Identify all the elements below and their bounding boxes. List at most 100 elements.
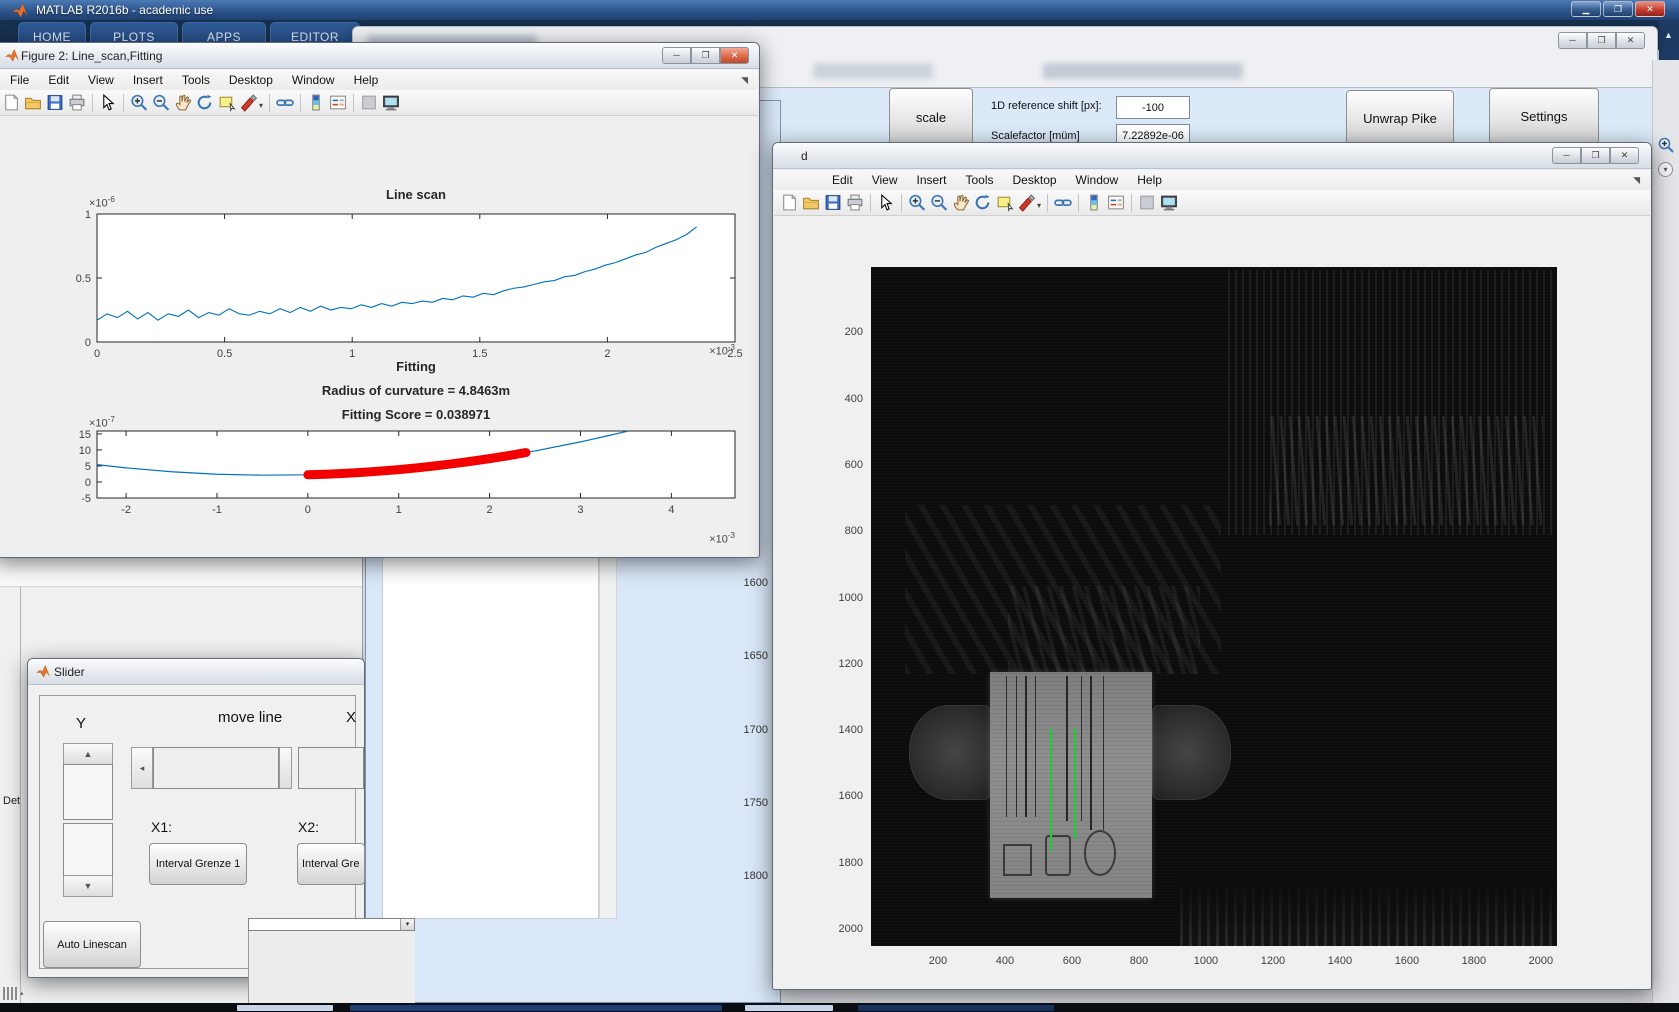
x-slider-left-arrow[interactable]: ◂ [131,747,153,789]
popup-menu-arrow-icon[interactable]: ▾ [400,919,414,930]
figure2-menu-help[interactable]: Help [352,71,381,89]
image-figure-menu-desktop[interactable]: Desktop [1011,171,1059,189]
data-cursor-icon[interactable] [217,93,237,112]
plottools-off-icon[interactable] [359,93,379,112]
figure2-titlebar[interactable]: Figure 2: Line_scan,Fitting ─ ❐ ✕ [0,43,759,69]
ref-shift-input[interactable] [1116,96,1190,119]
image-figure-menu-view[interactable]: View [870,171,900,189]
dock-figure-icon[interactable]: ◥ [741,75,748,86]
x-slider-track-2[interactable] [298,747,364,789]
zoom-in-icon[interactable] [129,93,149,112]
zoom-in-icon[interactable] [907,193,927,212]
brush-data-icon[interactable] [239,93,259,112]
y-slider[interactable]: ▲ ▼ [63,743,113,897]
plottools-off-icon[interactable] [1137,193,1157,212]
resize-grip[interactable]: ▴ [3,986,49,1002]
save-figure-icon[interactable] [45,93,65,112]
taskbar-item[interactable] [858,1005,1054,1011]
y-slider-up-arrow[interactable]: ▲ [63,743,113,765]
figure2-menu-view[interactable]: View [86,71,116,89]
pan-hand-icon[interactable] [951,193,971,212]
y-slider-track-lower[interactable] [63,823,113,876]
data-cursor-icon[interactable] [995,193,1015,212]
rotate-3d-icon[interactable] [973,193,993,212]
new-document-icon[interactable] [779,193,799,212]
auto-linescan-button[interactable]: Auto Linescan [43,921,141,968]
det-button-partial[interactable]: Det [3,795,20,807]
slider-titlebar[interactable]: Slider [28,659,364,685]
image-figure-close-button[interactable]: ✕ [1610,147,1639,164]
image-y-tick: 2000 [823,923,863,935]
bg-close-button[interactable]: ✕ [1616,32,1645,49]
open-file-icon[interactable] [23,93,43,112]
interval-grenze-1-button[interactable]: Interval Grenze 1 [149,843,247,885]
dock-figure-icon[interactable]: ◥ [1633,175,1640,186]
image-figure-maximize-button[interactable]: ❐ [1581,147,1610,164]
y-slider-track-upper[interactable] [63,764,113,820]
figure2-menu-tools[interactable]: Tools [180,71,212,89]
image-figure-menu-help[interactable]: Help [1135,171,1164,189]
save-figure-icon[interactable] [823,193,843,212]
settings-button[interactable]: Settings [1489,88,1599,144]
rotate-3d-icon[interactable] [195,93,215,112]
figure2-close-button[interactable]: ✕ [720,47,749,64]
zoom-out-icon[interactable] [151,93,171,112]
main-restore-button[interactable]: ❐ [1603,1,1633,17]
plottools-on-icon[interactable] [381,93,401,112]
image-figure-menu-window[interactable]: Window [1074,171,1121,189]
new-document-icon[interactable] [1,93,21,112]
main-close-button[interactable]: ✕ [1635,1,1665,17]
diagonal-fringes-2 [1008,586,1200,674]
interval-grenze-2-button[interactable]: Interval Gre [297,843,365,885]
link-plot-icon[interactable] [1053,193,1073,212]
hologram-image[interactable] [871,267,1557,946]
taskbar-item[interactable] [237,1005,333,1011]
image-figure-titlebar[interactable]: d ─ ❐ ✕ [773,143,1651,169]
link-plot-icon[interactable] [275,93,295,112]
image-figure-menu-edit[interactable]: Edit [830,171,855,189]
insert-colorbar-icon[interactable] [306,93,326,112]
taskbar-item[interactable] [350,1005,722,1011]
x-slider-track-1[interactable] [153,747,279,789]
figure2-menu-insert[interactable]: Insert [131,71,165,89]
taskbar-item[interactable] [745,1005,833,1011]
unwrap-pike-button[interactable]: Unwrap Pike [1346,90,1454,146]
figure2-menu-edit[interactable]: Edit [46,71,71,89]
plottools-on-icon[interactable] [1159,193,1179,212]
pan-hand-icon[interactable] [173,93,193,112]
figure2-menu-file[interactable]: File [8,71,31,89]
insert-legend-icon[interactable] [1106,193,1126,212]
image-figure-menu-tools[interactable]: Tools [964,171,996,189]
figure2-menu-window[interactable]: Window [290,71,337,89]
zoom-out-icon[interactable] [929,193,949,212]
image-figure-menu-insert[interactable]: Insert [914,171,948,189]
linescan-plot[interactable]: 00.511.522.500.51 [57,201,757,363]
image-figure-minimize-button[interactable]: ─ [1552,147,1581,164]
print-figure-icon[interactable] [67,93,87,112]
search-icon[interactable] [1657,136,1675,154]
dropdown-circle-icon[interactable]: ▾ [1658,162,1673,177]
main-minimize-button[interactable]: ▁ [1571,1,1601,17]
bg-restore-button[interactable]: ❐ [1587,32,1616,49]
brush-data-icon[interactable] [1017,193,1037,212]
collapse-ribbon-icon[interactable]: ▲ [1664,30,1673,40]
x-slider-thumb[interactable] [279,747,292,789]
arrow-cursor-icon[interactable] [98,93,118,112]
print-figure-icon[interactable] [845,193,865,212]
brush-dropdown-icon[interactable]: ▾ [1037,201,1041,210]
brush-dropdown-icon[interactable]: ▾ [259,101,263,110]
fitting-plot[interactable]: -2-101234-5051015 [57,421,757,533]
scale-button[interactable]: scale [889,88,973,146]
figure2-maximize-button[interactable]: ❐ [691,47,720,64]
insert-colorbar-icon[interactable] [1084,193,1104,212]
figure2-menu-desktop[interactable]: Desktop [227,71,275,89]
line-scan-marker-2[interactable] [1074,728,1076,839]
bg-minimize-button[interactable]: ─ [1558,32,1587,49]
y-slider-down-arrow[interactable]: ▼ [63,875,113,897]
line-scan-marker-1[interactable] [1050,728,1052,851]
insert-legend-icon[interactable] [328,93,348,112]
figure2-minimize-button[interactable]: ─ [662,47,691,64]
popup-menu-bar[interactable]: ▾ [248,918,415,931]
open-file-icon[interactable] [801,193,821,212]
arrow-cursor-icon[interactable] [876,193,896,212]
